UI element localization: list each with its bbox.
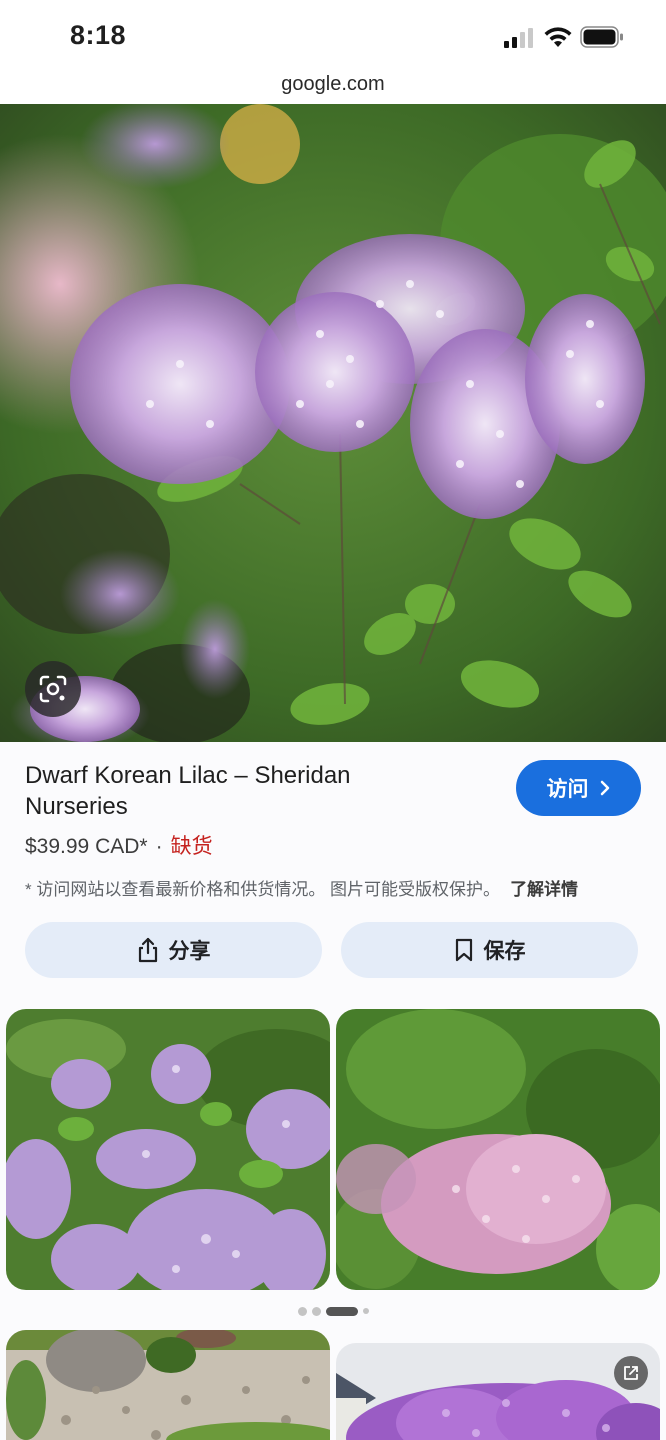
status-time: 8:18 — [70, 20, 127, 50]
carousel-dot[interactable] — [362, 1308, 369, 1314]
carousel-indicator — [0, 1305, 666, 1317]
bookmark-icon — [455, 938, 472, 962]
result-title[interactable]: Dwarf Korean Lilac – Sheridan Nurseries — [25, 760, 445, 822]
share-label: 分享 — [168, 940, 211, 963]
visit-label: 访问 — [546, 778, 589, 801]
status-bar: 8:18 — [0, 0, 666, 70]
open-external-icon — [624, 1366, 638, 1380]
wifi-icon — [544, 27, 572, 47]
carousel-dot[interactable] — [297, 1306, 307, 1316]
carousel-dot[interactable] — [311, 1306, 321, 1316]
save-button[interactable]: 保存 — [341, 922, 638, 978]
note-text: * 访问网站以查看最新价格和供货情况。 图片可能受版权保护。 — [25, 880, 501, 899]
lilac-photo — [0, 104, 666, 742]
carousel-dot-active[interactable] — [325, 1306, 358, 1316]
save-label: 保存 — [483, 940, 526, 963]
result-info-panel: Dwarf Korean Lilac – Sheridan Nurseries … — [0, 742, 666, 1004]
url-text: google.com — [281, 73, 385, 95]
price-row: $39.99 CAD* · 缺货 — [25, 830, 213, 860]
learn-more-link[interactable]: 了解详情 — [510, 880, 578, 899]
related-image[interactable] — [336, 1009, 660, 1290]
lens-icon — [39, 675, 67, 703]
related-image[interactable] — [6, 1330, 330, 1440]
main-image[interactable] — [0, 104, 666, 742]
related-image[interactable] — [6, 1009, 330, 1290]
price: $39.99 CAD* — [25, 835, 148, 858]
share-icon — [138, 937, 157, 963]
open-external-button[interactable] — [614, 1356, 648, 1390]
share-button[interactable]: 分享 — [25, 922, 322, 978]
chevron-right-icon — [600, 780, 609, 796]
lens-search-button[interactable] — [25, 661, 81, 717]
price-note: * 访问网站以查看最新价格和供货情况。 图片可能受版权保护。 了解详情 — [25, 875, 645, 900]
battery-icon — [580, 26, 623, 48]
signal-icon — [504, 28, 533, 48]
stock-status: 缺货 — [170, 835, 213, 858]
url-bar[interactable]: google.com — [0, 70, 666, 106]
related-image[interactable] — [336, 1343, 660, 1440]
visit-button[interactable]: 访问 — [516, 760, 641, 816]
separator: · — [155, 835, 163, 858]
